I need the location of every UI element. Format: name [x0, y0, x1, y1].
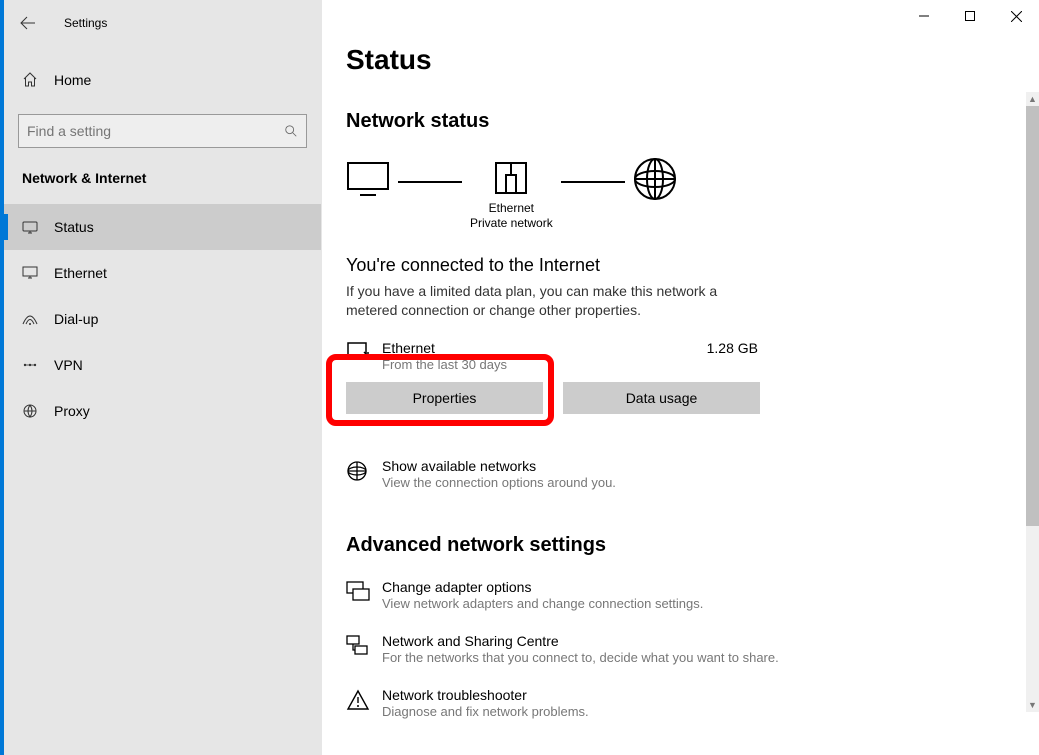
sharing-icon: [346, 633, 382, 660]
diagram-mid-sub: Private network: [470, 216, 553, 230]
option-title: Network and Sharing Centre: [382, 633, 779, 649]
vpn-icon: [22, 359, 48, 371]
connected-body: If you have a limited data plan, you can…: [346, 282, 736, 320]
network-sharing-centre[interactable]: Network and Sharing Centre For the netwo…: [346, 633, 1039, 665]
diagram-pc: [346, 161, 390, 231]
adapter-icon: [346, 579, 382, 606]
page-title: Status: [346, 44, 1039, 76]
status-icon: [22, 219, 48, 235]
option-title: Change adapter options: [382, 579, 703, 595]
sidebar-item-label: Dial-up: [54, 311, 98, 327]
option-sub: View the connection options around you.: [382, 475, 616, 490]
diagram-router: Ethernet Private network: [470, 161, 553, 231]
option-title: Show available networks: [382, 458, 616, 474]
sidebar-home[interactable]: Home: [4, 58, 321, 102]
content-area: ▲ ▼ Status Network status Ethernet Priva…: [322, 0, 1039, 755]
ethernet-connection-icon: [346, 340, 382, 367]
section-network-status: Network status: [346, 110, 1039, 133]
sidebar-home-label: Home: [54, 72, 91, 88]
option-sub: Diagnose and fix network problems.: [382, 704, 589, 719]
titlebar-left: Settings: [4, 6, 321, 40]
sidebar-item-vpn[interactable]: VPN: [4, 342, 321, 388]
network-diagram: Ethernet Private network: [346, 157, 1039, 235]
data-usage-button[interactable]: Data usage: [563, 382, 760, 414]
section-advanced: Advanced network settings: [346, 534, 1039, 557]
close-button[interactable]: [993, 0, 1039, 32]
search-field[interactable]: [27, 123, 284, 139]
sidebar-item-proxy[interactable]: Proxy: [4, 388, 321, 434]
back-button[interactable]: [20, 15, 52, 31]
minimize-icon: [919, 11, 929, 21]
search-icon: [284, 124, 298, 138]
globe-icon: [633, 157, 677, 201]
maximize-icon: [965, 11, 975, 21]
sidebar-item-label: Ethernet: [54, 265, 107, 281]
sidebar-item-label: Proxy: [54, 403, 90, 419]
show-available-networks[interactable]: Show available networks View the connect…: [346, 458, 1039, 490]
dialup-icon: [22, 312, 48, 326]
window-title: Settings: [64, 16, 107, 30]
change-adapter-options[interactable]: Change adapter options View network adap…: [346, 579, 1039, 611]
connection-buttons: Properties Data usage: [346, 382, 1039, 414]
diagram-mid-label: Ethernet: [489, 201, 534, 215]
connected-heading: You're connected to the Internet: [346, 255, 1039, 276]
option-sub: For the networks that you connect to, de…: [382, 650, 779, 665]
sidebar-item-dialup[interactable]: Dial-up: [4, 296, 321, 342]
maximize-button[interactable]: [947, 0, 993, 32]
scroll-up-icon[interactable]: ▲: [1026, 92, 1039, 106]
sidebar-item-status[interactable]: Status: [4, 204, 321, 250]
connection-name: Ethernet: [382, 340, 707, 356]
scrollbar-thumb[interactable]: [1026, 106, 1039, 526]
connection-sub: From the last 30 days: [382, 357, 707, 372]
connection-usage: 1.28 GB: [707, 340, 758, 356]
globe-small-icon: [346, 458, 382, 485]
minimize-button[interactable]: [901, 0, 947, 32]
sidebar-item-label: VPN: [54, 357, 83, 373]
option-sub: View network adapters and change connect…: [382, 596, 703, 611]
close-icon: [1011, 11, 1022, 22]
arrow-left-icon: [20, 15, 36, 31]
connection-row: Ethernet From the last 30 days 1.28 GB: [346, 340, 758, 372]
connection-line: [398, 181, 462, 183]
connection-line: [561, 181, 625, 183]
window-controls: [901, 0, 1039, 34]
sidebar-item-label: Status: [54, 219, 94, 235]
sidebar-item-ethernet[interactable]: Ethernet: [4, 250, 321, 296]
option-title: Network troubleshooter: [382, 687, 589, 703]
search-input[interactable]: [18, 114, 307, 148]
scroll-down-icon[interactable]: ▼: [1026, 698, 1039, 712]
network-troubleshooter[interactable]: Network troubleshooter Diagnose and fix …: [346, 687, 1039, 719]
sidebar: Settings Home Network & Internet Status …: [4, 0, 322, 755]
ethernet-icon: [22, 265, 48, 281]
proxy-icon: [22, 403, 48, 419]
home-icon: [22, 72, 48, 88]
sidebar-category: Network & Internet: [4, 148, 321, 204]
router-icon: [494, 161, 528, 197]
diagram-globe: [633, 157, 677, 235]
properties-button[interactable]: Properties: [346, 382, 543, 414]
warning-icon: [346, 687, 382, 714]
pc-icon: [346, 161, 390, 197]
